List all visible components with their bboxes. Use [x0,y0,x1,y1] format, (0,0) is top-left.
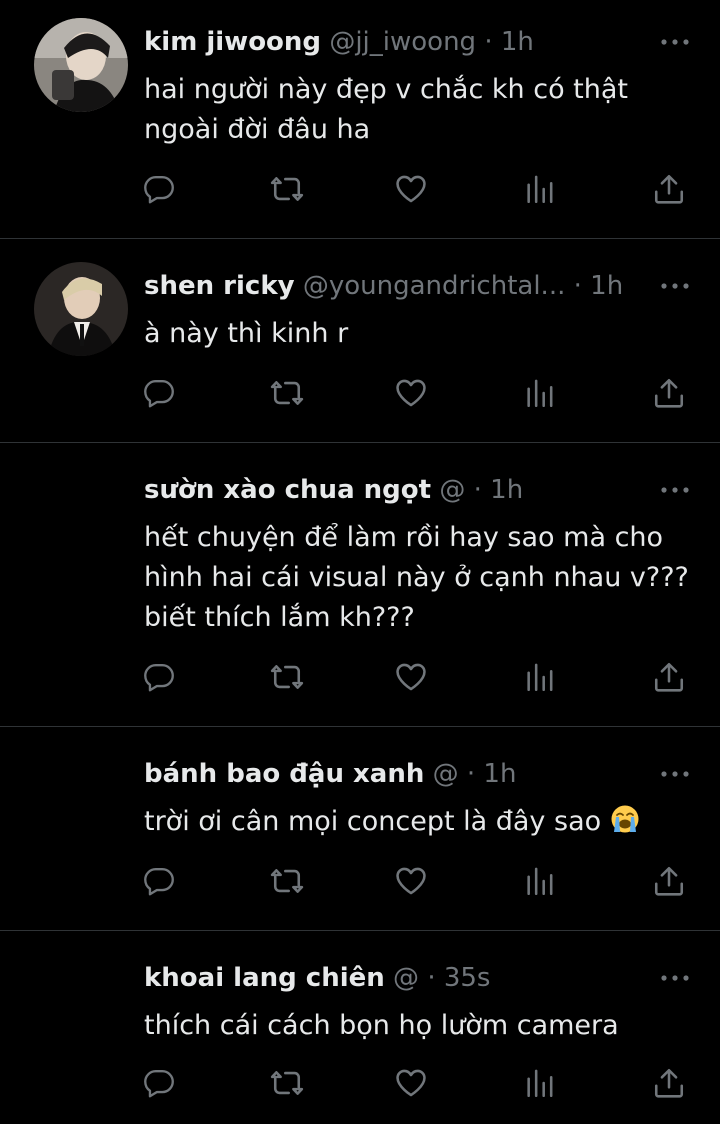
share-icon[interactable] [652,864,688,900]
retweet-icon[interactable] [270,660,306,696]
divider [0,442,720,443]
tweet-text-line: thích cái cách bọn họ lườm camera [144,1010,619,1041]
tweet[interactable]: khoai lang chiên @ · 35s thích cái cách … [0,936,720,1124]
like-icon[interactable] [394,1066,430,1102]
tweet-header: bánh bao đậu xanh @ · 1h [144,754,516,794]
separator-dot: · [484,27,493,57]
like-icon[interactable] [394,660,430,696]
tweet-header: sườn xào chua ngọt @ · 1h [144,470,523,510]
tweet-text-line: hình hai cái visual này ở cạnh nhau v??? [144,562,689,593]
like-icon[interactable] [394,376,430,412]
more-icon[interactable] [660,766,690,782]
tweet-actions [144,864,704,904]
tweet-text: trời ơi cân mọi concept là đây sao [144,802,704,842]
more-icon[interactable] [660,34,690,50]
retweet-icon[interactable] [270,1066,306,1102]
like-icon[interactable] [394,864,430,900]
timestamp[interactable]: 1h [483,759,516,789]
analytics-icon[interactable] [523,660,559,696]
tweet-header: kim jiwoong @jj_iwoong · 1h [144,22,534,62]
timestamp[interactable]: 35s [444,963,491,993]
avatar[interactable] [34,262,128,356]
tweet-text: thích cái cách bọn họ lườm camera [144,1006,704,1046]
tweet-text: hai người này đẹp v chắc kh có thật ngoà… [144,70,704,150]
reply-icon[interactable] [142,376,178,412]
retweet-icon[interactable] [270,172,306,208]
tweet[interactable]: bánh bao đậu xanh @ · 1h trời ơi cân mọi… [0,732,720,930]
tweet-actions [144,1066,704,1106]
more-icon[interactable] [660,970,690,986]
reply-icon[interactable] [142,1066,178,1102]
handle[interactable]: @jj_iwoong [329,27,476,57]
handle[interactable]: @ [393,963,419,993]
analytics-icon[interactable] [523,172,559,208]
display-name[interactable]: bánh bao đậu xanh [144,759,424,789]
handle[interactable]: @youngandrichtal... [303,271,566,301]
handle[interactable]: @ [433,759,459,789]
display-name[interactable]: khoai lang chiên [144,963,385,993]
timestamp[interactable]: 1h [490,475,523,505]
display-name[interactable]: sườn xào chua ngọt [144,475,431,505]
timestamp[interactable]: 1h [590,271,623,301]
tweet-header: khoai lang chiên @ · 35s [144,958,490,998]
divider [0,238,720,239]
retweet-icon[interactable] [270,376,306,412]
loudly-crying-face-icon [611,805,639,833]
divider [0,726,720,727]
display-name[interactable]: kim jiwoong [144,27,321,57]
tweet[interactable]: shen ricky @youngandrichtal... · 1h à nà… [0,244,720,442]
tweet-text-line: hết chuyện để làm rồi hay sao mà cho [144,522,664,553]
retweet-icon[interactable] [270,864,306,900]
handle[interactable]: @ [439,475,465,505]
reply-icon[interactable] [142,864,178,900]
separator-dot: · [473,475,482,505]
tweet-text-line: ngoài đời đâu ha [144,114,371,145]
reply-icon[interactable] [142,660,178,696]
separator-dot: · [573,271,582,301]
more-icon[interactable] [660,482,690,498]
tweet-text-line: trời ơi cân mọi concept là đây sao [144,802,704,842]
tweet[interactable]: kim jiwoong @jj_iwoong · 1h hai người nà… [0,0,720,238]
tweet-text: hết chuyện để làm rồi hay sao mà cho hìn… [144,518,704,638]
tweet-header: shen ricky @youngandrichtal... · 1h [144,266,623,306]
tweet-text-line: à này thì kinh r [144,318,349,349]
share-icon[interactable] [652,1066,688,1102]
share-icon[interactable] [652,376,688,412]
tweet-text-line: biết thích lắm kh??? [144,602,415,633]
tweet-actions [144,376,704,416]
analytics-icon[interactable] [523,864,559,900]
avatar[interactable] [34,18,128,112]
divider [0,930,720,931]
share-icon[interactable] [652,172,688,208]
tweet-text: à này thì kinh r [144,314,704,354]
like-icon[interactable] [394,172,430,208]
tweet-actions [144,660,704,700]
analytics-icon[interactable] [523,376,559,412]
more-icon[interactable] [660,278,690,294]
separator-dot: · [466,759,476,789]
analytics-icon[interactable] [523,1066,559,1102]
tweet-text-content: trời ơi cân mọi concept là đây sao [144,806,602,837]
timestamp[interactable]: 1h [501,27,534,57]
tweet-text-line: hai người này đẹp v chắc kh có thật [144,74,628,105]
separator-dot: · [427,963,436,993]
tweet[interactable]: sườn xào chua ngọt @ · 1h hết chuyện để … [0,448,720,726]
display-name[interactable]: shen ricky [144,271,295,301]
tweet-actions [144,172,704,212]
share-icon[interactable] [652,660,688,696]
reply-icon[interactable] [142,172,178,208]
